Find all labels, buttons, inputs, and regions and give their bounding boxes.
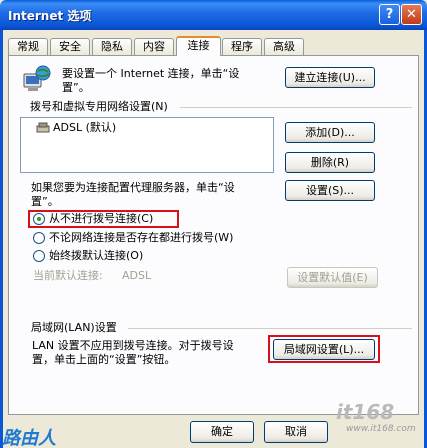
settings-button[interactable]: 设置(S)... (285, 180, 375, 201)
setup-connection-button[interactable]: 建立连接(U)... (285, 67, 375, 88)
cancel-button[interactable]: 取消 (264, 421, 328, 443)
dialup-group-divider (180, 107, 412, 108)
tab-connections[interactable]: 连接 (176, 36, 221, 56)
radio-dial-when-no-network[interactable] (33, 232, 45, 244)
tab-content[interactable]: 内容 (134, 38, 174, 55)
connection-list[interactable]: ADSL (默认) (20, 117, 274, 173)
lan-text-line1: LAN 设置不应用到拨号连接。对于拨号设 (32, 339, 234, 352)
tab-programs[interactable]: 程序 (222, 38, 262, 55)
title-bar[interactable]: Internet 选项 ? ✕ (0, 0, 427, 30)
radio-dial-when-no-network-label[interactable]: 不论网络连接是否存在都进行拨号(W) (49, 231, 233, 245)
globe-computer-icon (22, 64, 52, 94)
tab-security[interactable]: 安全 (50, 38, 90, 55)
radio-always-dial-label[interactable]: 始终拨默认连接(O) (49, 249, 143, 263)
watermark-logo: it168 (336, 400, 395, 424)
close-button[interactable]: ✕ (401, 4, 422, 25)
list-item[interactable]: ADSL (默认) (53, 121, 116, 135)
remove-button[interactable]: 删除(R) (285, 152, 375, 173)
add-button[interactable]: 添加(D)... (285, 122, 375, 143)
lan-group-label: 局域网(LAN)设置 (31, 321, 117, 334)
lan-settings-button[interactable]: 局域网设置(L)... (273, 339, 375, 360)
watermark-site: www.it168.com (346, 424, 416, 434)
current-default-value: ADSL (122, 269, 152, 282)
lan-group-divider (128, 328, 412, 329)
radio-always-dial[interactable] (33, 250, 45, 262)
dialup-group-label: 拨号和虚拟专用网络设置(N) (30, 100, 168, 113)
help-button[interactable]: ? (379, 4, 400, 25)
window-title: Internet 选项 (8, 9, 92, 23)
set-default-button[interactable]: 设置默认值(E) (287, 267, 378, 288)
modem-icon (36, 122, 50, 134)
radio-never-dial[interactable] (33, 213, 45, 225)
lan-text-line2: 置，单击上面的“设置”按钮。 (32, 353, 176, 366)
radio-never-dial-label[interactable]: 从不进行拨号连接(C) (49, 212, 153, 226)
tab-advanced[interactable]: 高级 (264, 38, 304, 55)
ok-button[interactable]: 确定 (190, 421, 254, 443)
current-default-label: 当前默认连接: (33, 269, 103, 282)
setup-text-line1: 要设置一个 Internet 连接，单击“设 (62, 67, 240, 80)
setup-text-line2: 置”。 (62, 81, 90, 94)
proxy-text-line1: 如果您要为连接配置代理服务器，单击“设 (31, 181, 235, 194)
tab-general[interactable]: 常规 (8, 38, 48, 55)
tab-privacy[interactable]: 隐私 (92, 38, 132, 55)
proxy-text-line2: 置”。 (31, 195, 59, 208)
watermark-left: 路由人 (2, 428, 56, 448)
